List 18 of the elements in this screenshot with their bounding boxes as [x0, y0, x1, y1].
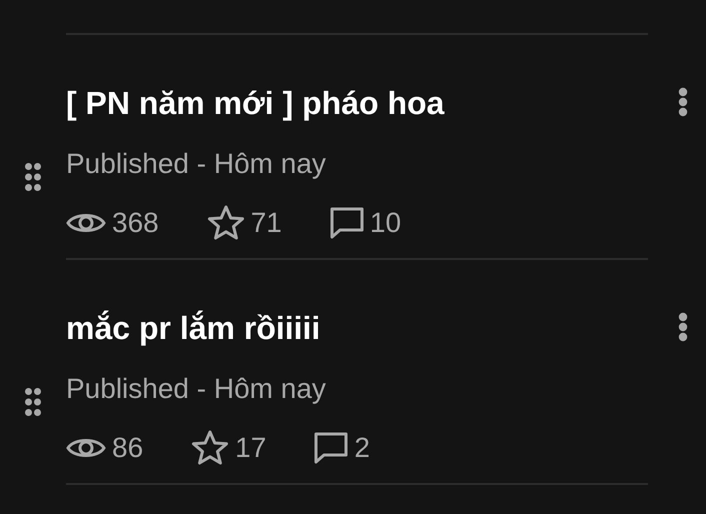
comment-count: 2	[354, 431, 370, 465]
comment-icon	[314, 432, 348, 464]
drag-handle-icon[interactable]	[25, 163, 41, 191]
more-menu-icon[interactable]	[678, 87, 688, 117]
post-title[interactable]: [ PN năm mới ] pháo hoa	[66, 82, 648, 124]
comment-icon	[330, 207, 364, 239]
view-count: 86	[112, 431, 144, 465]
comment-count: 10	[370, 206, 402, 240]
post-status: Published - Hôm nay	[66, 372, 327, 406]
star-icon	[191, 430, 230, 466]
more-menu-icon[interactable]	[678, 312, 688, 342]
star-icon	[206, 205, 245, 241]
drag-handle-icon[interactable]	[25, 388, 41, 416]
view-count: 368	[112, 206, 159, 240]
post-title[interactable]: mắc pr lắm rồiiiii	[66, 307, 648, 349]
post-status: Published - Hôm nay	[66, 147, 327, 181]
favorite-count: 17	[235, 431, 266, 465]
favorite-count: 71	[250, 206, 282, 240]
